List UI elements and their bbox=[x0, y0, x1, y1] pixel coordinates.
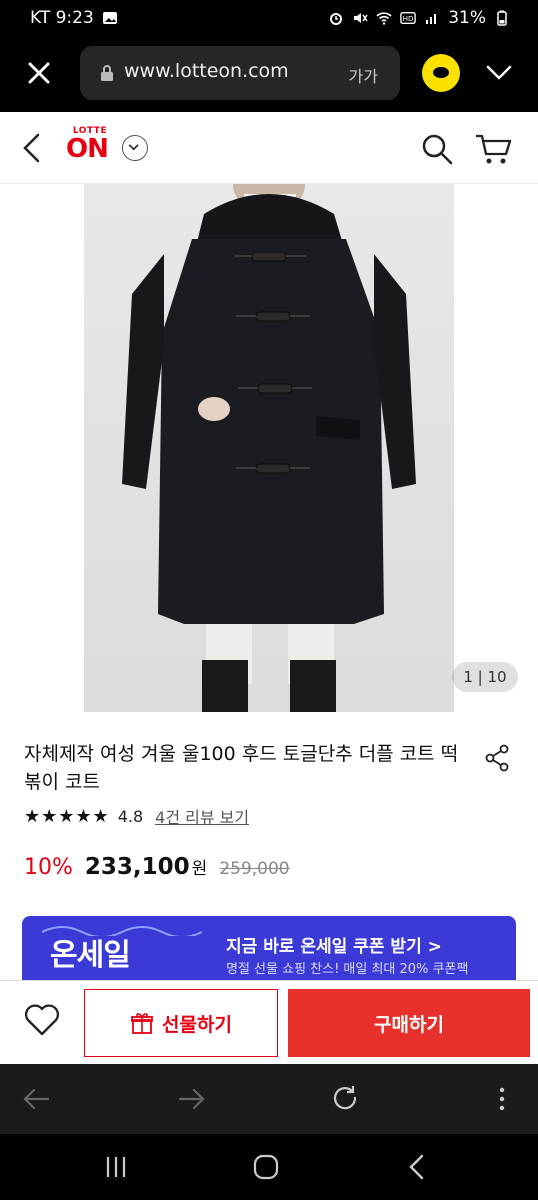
buy-button-label: 구매하기 bbox=[374, 1013, 444, 1036]
signal-icon bbox=[426, 14, 437, 24]
mute-icon bbox=[354, 13, 368, 23]
search-icon[interactable] bbox=[420, 132, 454, 166]
carrier-time: KT 9:23 bbox=[30, 8, 94, 28]
back-arrow-icon[interactable] bbox=[20, 132, 44, 164]
recent-apps-icon[interactable] bbox=[102, 1154, 130, 1180]
alarm-icon bbox=[330, 13, 343, 25]
battery-icon bbox=[497, 10, 507, 26]
browser-bar: www.lotteon.com 가가 bbox=[0, 36, 538, 112]
heart-icon[interactable] bbox=[22, 1001, 62, 1037]
purchase-action-bar: 선물하기 구매하기 bbox=[0, 980, 538, 1064]
system-back-icon[interactable] bbox=[404, 1154, 432, 1180]
product-image-carousel[interactable]: 1 | 10 bbox=[0, 184, 538, 712]
lotte-on-logo[interactable]: LOTTE ON bbox=[66, 126, 114, 162]
rating-score: 4.8 bbox=[117, 806, 144, 826]
coat-illustration bbox=[122, 184, 416, 712]
close-tab-icon[interactable] bbox=[22, 56, 56, 90]
home-icon[interactable] bbox=[252, 1154, 280, 1180]
text-size-button[interactable]: 가가 bbox=[349, 63, 378, 87]
price-row: 10% 233,100 원 259,000 bbox=[24, 854, 290, 880]
buy-button[interactable]: 구매하기 bbox=[288, 989, 530, 1057]
gallery-icon bbox=[102, 12, 117, 24]
chevron-down-icon bbox=[128, 144, 139, 151]
gift-button[interactable]: 선물하기 bbox=[84, 989, 278, 1057]
cart-icon[interactable] bbox=[474, 132, 512, 166]
gift-button-label: 선물하기 bbox=[162, 1013, 232, 1036]
banner-subline: 명절 선물 쇼핑 찬스! 매일 최대 20% 쿠폰팩 bbox=[226, 962, 469, 977]
kakao-talk-icon[interactable] bbox=[422, 54, 460, 92]
more-options-icon[interactable] bbox=[486, 1084, 518, 1114]
site-header: LOTTE ON bbox=[0, 112, 538, 184]
gift-icon bbox=[131, 1013, 153, 1034]
lock-icon bbox=[101, 65, 113, 81]
banner-brand: 온세일 bbox=[50, 938, 131, 973]
address-bar[interactable]: www.lotteon.com 가가 bbox=[80, 46, 400, 100]
review-link[interactable]: 4건 리뷰 보기 bbox=[155, 804, 249, 828]
battery-percent: 31% bbox=[448, 8, 486, 28]
url-text[interactable]: www.lotteon.com bbox=[124, 60, 289, 82]
chevron-down-icon[interactable] bbox=[484, 60, 514, 84]
system-navigation-bar bbox=[0, 1134, 538, 1200]
product-title: 자체제작 여성 겨울 울100 후드 토글단추 더플 코트 떡볶이 코트 bbox=[24, 743, 459, 793]
browser-toolbar bbox=[0, 1064, 538, 1134]
forward-icon[interactable] bbox=[176, 1084, 208, 1114]
original-price: 259,000 bbox=[219, 859, 290, 879]
onsale-coupon-banner[interactable]: 온세일 지금 바로 온세일 쿠폰 받기 > 명절 선물 쇼핑 찬스! 매일 최대… bbox=[22, 916, 516, 980]
sale-price: 233,100 bbox=[84, 854, 190, 880]
product-info: 자체제작 여성 겨울 울100 후드 토글단추 더플 코트 떡볶이 코트 ★★★… bbox=[0, 712, 538, 980]
share-icon[interactable] bbox=[484, 744, 510, 772]
status-bar: KT 9:23 HD 31% bbox=[0, 0, 538, 36]
star-rating-icon: ★★★★★ bbox=[24, 805, 110, 827]
svg-text:HD: HD bbox=[403, 14, 414, 23]
rating-row: ★★★★★ 4.8 4건 리뷰 보기 bbox=[24, 804, 249, 828]
image-counter: 1 | 10 bbox=[452, 662, 518, 692]
banner-headline[interactable]: 지금 바로 온세일 쿠폰 받기 > bbox=[226, 932, 442, 957]
product-photo[interactable] bbox=[84, 184, 454, 712]
refresh-icon[interactable] bbox=[330, 1084, 362, 1114]
hd-icon: HD bbox=[400, 12, 416, 24]
back-icon[interactable] bbox=[20, 1084, 52, 1114]
wifi-icon bbox=[376, 12, 392, 25]
currency-unit: 원 bbox=[191, 859, 208, 879]
service-menu-button[interactable] bbox=[122, 135, 148, 161]
logo-on-text: ON bbox=[66, 134, 109, 164]
discount-rate: 10% bbox=[24, 855, 73, 880]
